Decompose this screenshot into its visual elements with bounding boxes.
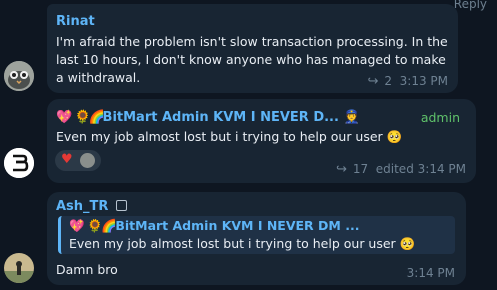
message-text-content: Even my job almost lost but i trying to … bbox=[56, 129, 383, 144]
quote-text: Even my job almost lost but i trying to … bbox=[69, 236, 416, 252]
sender-label: Ash_TR bbox=[56, 199, 109, 214]
reply-count[interactable]: 2 bbox=[384, 74, 392, 88]
avatar-bitmart-admin[interactable] bbox=[4, 148, 34, 178]
checkbox-icon bbox=[116, 200, 128, 211]
message-meta: ↪ 17 edited 3:14 PM bbox=[336, 162, 466, 177]
reaction-pill[interactable]: ♥ bbox=[55, 150, 101, 171]
message-meta: 3:14 PM bbox=[407, 266, 455, 280]
message-bubble-rinat[interactable]: Rinat I'm afraid the problem isn't slow … bbox=[47, 4, 458, 93]
sparkling-heart-icon: 💖 bbox=[69, 218, 85, 233]
rainbow-icon: 🌈 bbox=[101, 218, 117, 233]
sender-name[interactable]: 💖 🌻🌈BitMart Admin KVM I NEVER D... 👮 bbox=[56, 110, 360, 125]
pleading-face-icon: 🥺 bbox=[386, 129, 403, 144]
reactor-avatar bbox=[80, 153, 95, 168]
share-arrow-icon[interactable]: ↪ bbox=[336, 162, 347, 177]
message-text: Even my job almost lost but i trying to … bbox=[56, 128, 403, 146]
quote-sender-label: BitMart Admin KVM I NEVER DM ... bbox=[115, 218, 360, 233]
message-text: Damn bro bbox=[56, 262, 118, 277]
police-officer-icon: 👮 bbox=[343, 110, 360, 125]
share-arrow-icon[interactable]: ↪ bbox=[367, 74, 378, 89]
message-time: 3:13 PM bbox=[399, 74, 448, 88]
message-meta: ↪ 2 3:13 PM bbox=[367, 74, 448, 89]
rainbow-icon: 🌈 bbox=[88, 110, 105, 125]
sender-label: BitMart Admin KVM I NEVER D... bbox=[102, 110, 339, 125]
sunflower-icon: 🌻 bbox=[87, 218, 103, 233]
sender-name[interactable]: Ash_TR bbox=[56, 199, 128, 214]
sunflower-icon: 🌻 bbox=[74, 110, 91, 125]
avatar-rinat[interactable] bbox=[4, 61, 34, 91]
sparkling-heart-icon: 💖 bbox=[56, 110, 73, 125]
edited-label: edited bbox=[375, 162, 414, 176]
pleading-face-icon: 🥺 bbox=[399, 236, 416, 251]
heart-reaction-icon: ♥ bbox=[61, 152, 73, 167]
sender-name[interactable]: Rinat bbox=[56, 14, 95, 29]
avatar-ash-tr[interactable] bbox=[4, 253, 34, 283]
reply-quote[interactable]: 💖 🌻🌈BitMart Admin KVM I NEVER DM ... Eve… bbox=[58, 216, 455, 254]
reply-link[interactable]: Reply bbox=[454, 0, 487, 11]
message-bubble-ash[interactable]: Ash_TR 💖 🌻🌈BitMart Admin KVM I NEVER DM … bbox=[47, 192, 466, 285]
admin-badge: admin bbox=[420, 110, 460, 125]
message-time: 3:14 PM bbox=[406, 266, 455, 280]
quote-sender: 💖 🌻🌈BitMart Admin KVM I NEVER DM ... bbox=[69, 218, 359, 234]
message-bubble-admin[interactable]: 💖 🌻🌈BitMart Admin KVM I NEVER D... 👮 adm… bbox=[47, 99, 476, 183]
reply-count[interactable]: 17 bbox=[353, 162, 368, 176]
message-time: 3:14 PM bbox=[417, 162, 466, 176]
quote-text-content: Even my job almost lost but i trying to … bbox=[69, 236, 396, 251]
